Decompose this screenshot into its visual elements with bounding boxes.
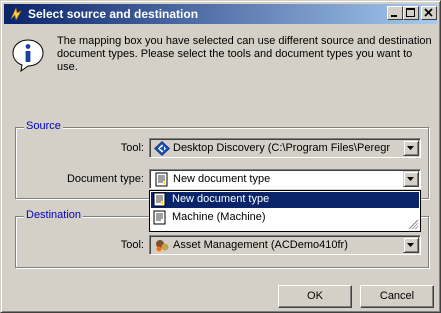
destination-legend: Destination xyxy=(24,209,84,221)
source-tool-display: Desktop Discovery (C:\Program Files\Pere… xyxy=(153,141,400,156)
source-doctype-dropdown-button[interactable] xyxy=(403,171,419,187)
dialog-window: Select source and destination The mappin… xyxy=(0,0,441,313)
chevron-down-icon xyxy=(407,177,414,181)
source-tool-label: Tool: xyxy=(120,142,144,154)
destination-tool-select[interactable]: Asset Management (ACDemo410fr) xyxy=(149,235,421,255)
document-icon xyxy=(155,172,168,187)
destination-tool-label: Tool: xyxy=(120,239,144,251)
window-title: Select source and destination xyxy=(28,7,199,21)
ok-button[interactable]: OK xyxy=(278,285,352,308)
source-tool-select[interactable]: Desktop Discovery (C:\Program Files\Pere… xyxy=(149,138,421,158)
source-tool-value: Desktop Discovery (C:\Program Files\Pere… xyxy=(173,142,391,154)
close-button[interactable] xyxy=(421,6,437,20)
destination-tool-display: Asset Management (ACDemo410fr) xyxy=(153,238,400,253)
source-doctype-display: New document type xyxy=(153,172,400,187)
destination-tool-value: Asset Management (ACDemo410fr) xyxy=(173,239,348,251)
source-doctype-value: New document type xyxy=(173,173,271,185)
desktop-discovery-icon xyxy=(154,141,170,156)
minimize-button[interactable] xyxy=(387,6,403,20)
dropdown-option-label: New document type xyxy=(172,193,270,205)
maximize-icon xyxy=(406,8,415,17)
chevron-down-icon xyxy=(407,146,414,150)
minimize-icon xyxy=(391,15,397,17)
document-icon xyxy=(153,192,166,207)
chevron-down-icon xyxy=(407,243,414,247)
close-icon xyxy=(424,8,433,17)
app-icon xyxy=(10,7,22,21)
maximize-button[interactable] xyxy=(403,6,419,20)
source-tool-dropdown-button[interactable] xyxy=(403,140,419,156)
dropdown-option-machine[interactable]: Machine (Machine) xyxy=(151,210,419,226)
title-bar[interactable]: Select source and destination xyxy=(4,4,437,24)
dropdown-option-new-document-type[interactable]: New document type xyxy=(151,192,419,208)
document-icon xyxy=(153,210,166,225)
dropdown-option-label: Machine (Machine) xyxy=(172,211,266,223)
asset-management-icon xyxy=(156,240,169,252)
source-doctype-select[interactable]: New document type xyxy=(149,169,421,189)
message-text: The mapping box you have selected can us… xyxy=(57,35,432,73)
info-icon xyxy=(12,39,44,72)
destination-tool-dropdown-button[interactable] xyxy=(403,237,419,253)
source-doctype-label: Document type: xyxy=(66,173,144,185)
source-legend: Source xyxy=(24,120,63,132)
cancel-button[interactable]: Cancel xyxy=(360,285,434,308)
resize-grip-icon[interactable] xyxy=(407,218,419,230)
doctype-dropdown-list: New document type Machine (Machine) xyxy=(149,190,421,232)
